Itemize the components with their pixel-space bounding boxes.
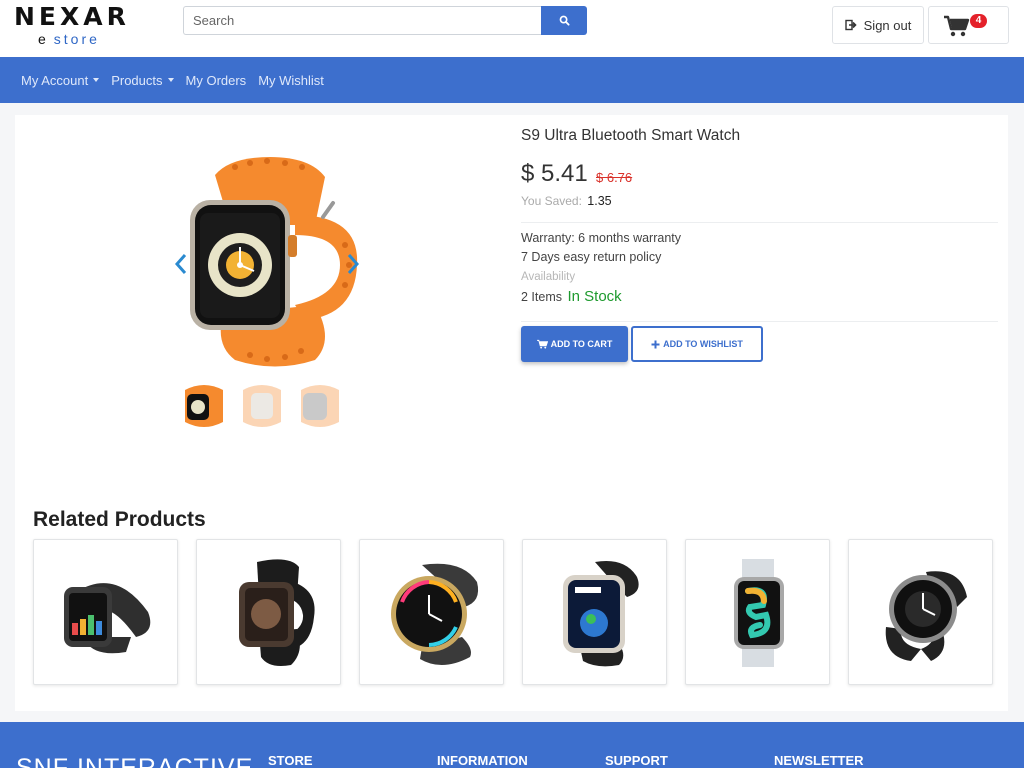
saved-amount: You Saved: 1.35 [521, 194, 612, 208]
search-input[interactable] [183, 6, 541, 35]
site-header: NEXAR estore Sign out 4 [0, 0, 1024, 57]
related-product-card[interactable] [33, 539, 178, 685]
product-price: $ 5.41 [521, 160, 588, 187]
nav-my-wishlist[interactable]: My Wishlist [258, 73, 324, 88]
related-products-list [33, 539, 993, 685]
chevron-right-icon[interactable] [346, 252, 360, 276]
availability-label: Availability [521, 271, 576, 283]
nav-products[interactable]: Products [111, 73, 174, 88]
search-icon [559, 15, 570, 26]
footer-heading-support: SUPPORT [605, 753, 668, 768]
product-title: S9 Ultra Bluetooth Smart Watch [521, 127, 741, 144]
return-policy-text: 7 Days easy return policy [521, 250, 662, 264]
chevron-left-icon[interactable] [174, 252, 188, 276]
related-product-card[interactable] [359, 539, 504, 685]
related-product-card[interactable] [685, 539, 830, 685]
thumbnail-image[interactable] [236, 379, 288, 433]
search-bar [183, 6, 587, 35]
thumbnail-image[interactable] [178, 379, 230, 433]
related-product-card[interactable] [522, 539, 667, 685]
divider [521, 222, 998, 223]
logo-subtitle: e store [38, 31, 100, 47]
logo-name: NEXAR [14, 2, 130, 31]
footer-heading-newsletter: NEWSLETTER [774, 753, 864, 768]
thumbnail-strip [178, 379, 346, 433]
footer-brand: SNF INTERACTIVE [16, 754, 254, 768]
cart-button[interactable]: 4 [928, 6, 1009, 44]
thumbnail-image[interactable] [294, 379, 346, 433]
divider [521, 321, 998, 322]
chevron-down-icon [167, 78, 174, 82]
add-to-wishlist-button[interactable]: ADD TO WISHLIST [631, 326, 763, 362]
sign-out-label: Sign out [863, 17, 912, 33]
add-to-cart-button[interactable]: ADD TO CART [521, 326, 628, 362]
cart-count-badge: 4 [970, 14, 987, 28]
nav-my-orders[interactable]: My Orders [186, 73, 247, 88]
related-products-heading: Related Products [33, 508, 206, 531]
footer-heading-information: INFORMATION [437, 753, 528, 768]
plus-icon [651, 340, 660, 348]
in-stock-label: In Stock [567, 288, 622, 305]
site-footer: SNF INTERACTIVE STORE INFORMATION SUPPOR… [0, 722, 1024, 768]
product-main-image [175, 155, 365, 370]
product-old-price: $ 6.76 [596, 170, 633, 185]
product-panel: S9 Ultra Bluetooth Smart Watch $ 5.41 $ … [15, 115, 1008, 711]
sign-out-icon [844, 19, 857, 31]
footer-heading-store: STORE [268, 753, 313, 768]
shopping-cart-icon [536, 339, 548, 349]
nav-my-account[interactable]: My Account [21, 73, 100, 88]
related-product-card[interactable] [196, 539, 341, 685]
search-button[interactable] [541, 6, 587, 35]
sign-out-button[interactable]: Sign out [832, 6, 924, 44]
stock-status: 2 Items In Stock [521, 288, 622, 305]
related-product-card[interactable] [848, 539, 993, 685]
shopping-cart-icon [944, 15, 970, 37]
warranty-text: Warranty: 6 months warranty [521, 231, 682, 245]
main-nav: My Account Products My Orders My Wishlis… [0, 57, 1024, 103]
site-logo[interactable]: NEXAR e store [14, 2, 130, 48]
chevron-down-icon [93, 78, 100, 82]
